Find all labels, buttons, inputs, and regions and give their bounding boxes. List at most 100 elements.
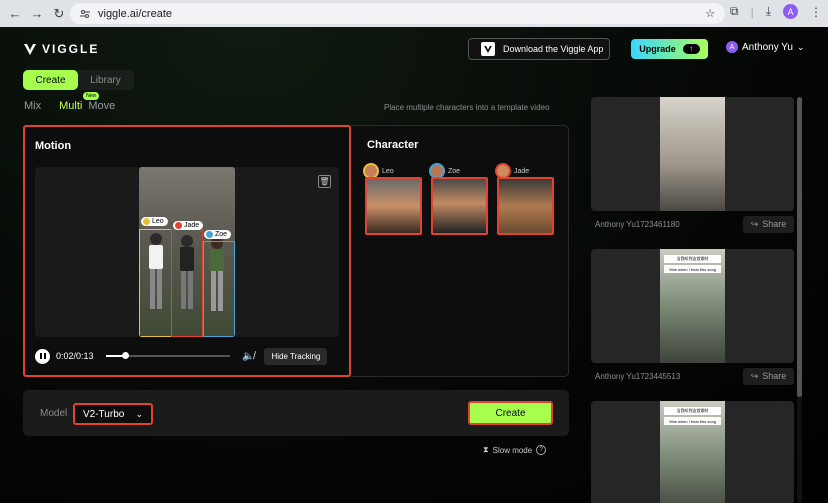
tab-multi-label: Multi (59, 100, 83, 112)
gallery-video: 当我听到这首歌时 Vibe when I hear this song (660, 401, 725, 503)
character-zoe-name: Zoe (448, 167, 461, 175)
gallery-video: 当我听到这首歌时 Vibe when I hear this song (660, 249, 725, 363)
tag-zoe: Zoe (204, 230, 232, 239)
address-bar[interactable]: viggle.ai/create ☆ (70, 3, 725, 24)
motion-section: Motion Leo Jade Zoe 🗑 0:02/0:13 🔈̸ Hide … (23, 125, 351, 377)
character-jade-card[interactable] (497, 177, 554, 235)
user-avatar: A (726, 41, 738, 53)
video-caption-top: 当我听到这首歌时 (664, 407, 721, 415)
user-name: Anthony Yu (742, 41, 793, 53)
tag-jade-dot (175, 222, 182, 229)
user-menu[interactable]: A Anthony Yu ⌄ (726, 41, 805, 53)
video-player-controls: 0:02/0:13 🔈̸ Hide Tracking (35, 346, 339, 366)
trash-icon[interactable]: 🗑 (318, 175, 331, 188)
forward-icon[interactable]: → (26, 3, 48, 25)
chevron-down-icon: ⌄ (796, 41, 805, 52)
viggle-logo-mark-icon (24, 43, 36, 55)
gallery-meta: Anthony Yu1723461180 ↪ Share (591, 211, 794, 237)
arrow-up-icon: ↑ (682, 44, 700, 54)
sub-tabs: Mix Multi New Move (24, 92, 115, 112)
share-icon: ↪ (750, 218, 759, 229)
extensions-icon[interactable]: ⧉ (730, 4, 739, 19)
pause-button[interactable] (35, 348, 50, 364)
tag-leo-dot (143, 218, 150, 225)
tag-jade-label: Jade (184, 222, 200, 229)
tracking-box-leo (139, 229, 172, 337)
model-bar: Model V2-Turbo ⌄ Create (23, 390, 569, 436)
download-app-button[interactable]: Download the Viggle App (468, 38, 610, 60)
progress-knob[interactable] (121, 352, 129, 359)
viggle-app-icon (481, 42, 495, 56)
app-root: VIGGLE Download the Viggle App Upgrade ↑… (0, 27, 828, 503)
motion-video-stage: Leo Jade Zoe 🗑 (35, 167, 339, 337)
gallery-thumbnail[interactable]: 当我听到这首歌时 Vibe when I hear this song (591, 249, 794, 363)
gallery-meta: Anthony Yu1723445513 ↪ Share (591, 363, 794, 389)
tab-library[interactable]: Library (78, 70, 133, 90)
menu-icon[interactable]: ⋮ (810, 5, 822, 19)
upgrade-button[interactable]: Upgrade ↑ (631, 39, 708, 59)
motion-video[interactable]: Leo Jade Zoe (139, 167, 235, 337)
site-settings-icon[interactable] (78, 7, 92, 21)
slow-mode-toggle[interactable]: ⧗ Slow mode ? (483, 445, 547, 455)
gallery-thumbnail[interactable] (591, 97, 794, 211)
mode-tabs: Create Library (23, 70, 134, 90)
share-icon: ↪ (750, 370, 759, 381)
bookmark-star-icon[interactable]: ☆ (705, 7, 715, 20)
character-leo-name: Leo (382, 167, 394, 175)
tag-zoe-dot (206, 231, 213, 238)
mute-icon[interactable]: 🔈̸ (242, 351, 254, 362)
gallery-author: Anthony Yu1723445513 (595, 371, 681, 381)
gallery-thumbnail[interactable]: 当我听到这首歌时 Vibe when I hear this song (591, 401, 794, 503)
help-icon[interactable]: ? (536, 445, 547, 455)
new-badge: New (83, 92, 100, 100)
chevron-down-icon: ⌄ (135, 408, 143, 419)
create-button[interactable]: Create (468, 401, 553, 425)
viggle-logo[interactable]: VIGGLE (24, 42, 99, 56)
character-leo-card[interactable] (365, 177, 422, 235)
divider: | (750, 4, 754, 19)
character-jade-name: Jade (514, 167, 530, 175)
scrollbar-thumb[interactable] (797, 97, 802, 397)
tag-jade: Jade (173, 221, 204, 230)
slow-mode-label: Slow mode (492, 445, 533, 455)
gallery-scrollbar[interactable] (797, 97, 802, 503)
reload-icon[interactable]: ↻ (48, 3, 70, 25)
hourglass-icon: ⧗ (483, 445, 489, 454)
upgrade-label: Upgrade (639, 44, 676, 54)
gallery-item[interactable]: Anthony Yu1723461180 ↪ Share (591, 97, 794, 237)
tab-multi[interactable]: Multi New (59, 92, 100, 112)
gallery-sidebar: Anthony Yu1723461180 ↪ Share 当我听到这首歌时 Vi… (591, 97, 794, 503)
share-label: Share (762, 219, 787, 229)
video-caption-bottom: Vibe when I hear this song (664, 417, 721, 425)
tab-mix[interactable]: Mix (24, 100, 41, 112)
character-zoe-card[interactable] (431, 177, 488, 235)
hide-tracking-button[interactable]: Hide Tracking (264, 347, 328, 365)
model-value: V2-Turbo (83, 408, 125, 420)
tab-create[interactable]: Create (23, 70, 78, 90)
tab-move[interactable]: Move (88, 100, 115, 112)
model-select[interactable]: V2-Turbo ⌄ (73, 403, 153, 425)
logo-text: VIGGLE (42, 42, 100, 56)
gallery-item[interactable]: 当我听到这首歌时 Vibe when I hear this song Anth… (591, 249, 794, 389)
back-icon[interactable]: ← (4, 3, 26, 25)
tag-zoe-label: Zoe (215, 231, 228, 238)
download-icon[interactable]: ⤓ (766, 4, 771, 19)
tracking-box-zoe (203, 241, 235, 337)
share-button[interactable]: ↪ Share (743, 215, 794, 233)
video-caption-top: 当我听到这首歌时 (664, 255, 721, 263)
video-caption-bottom: Vibe when I hear this song (664, 265, 721, 273)
share-label: Share (762, 371, 787, 381)
character-title: Character (367, 139, 419, 151)
gallery-author: Anthony Yu1723461180 (595, 219, 680, 229)
playback-time: 0:02/0:13 (56, 351, 94, 361)
download-app-label: Download the Viggle App (503, 44, 604, 54)
url-text: viggle.ai/create (98, 7, 172, 20)
share-button[interactable]: ↪ Share (743, 367, 794, 385)
model-label: Model (40, 408, 68, 419)
progress-slider[interactable] (106, 352, 230, 359)
tag-leo-label: Leo (152, 218, 164, 225)
gallery-item[interactable]: 当我听到这首歌时 Vibe when I hear this song (591, 401, 794, 503)
gallery-video (660, 97, 725, 211)
hint-text: Place multiple characters into a templat… (384, 103, 550, 112)
profile-avatar[interactable]: A (783, 4, 798, 19)
